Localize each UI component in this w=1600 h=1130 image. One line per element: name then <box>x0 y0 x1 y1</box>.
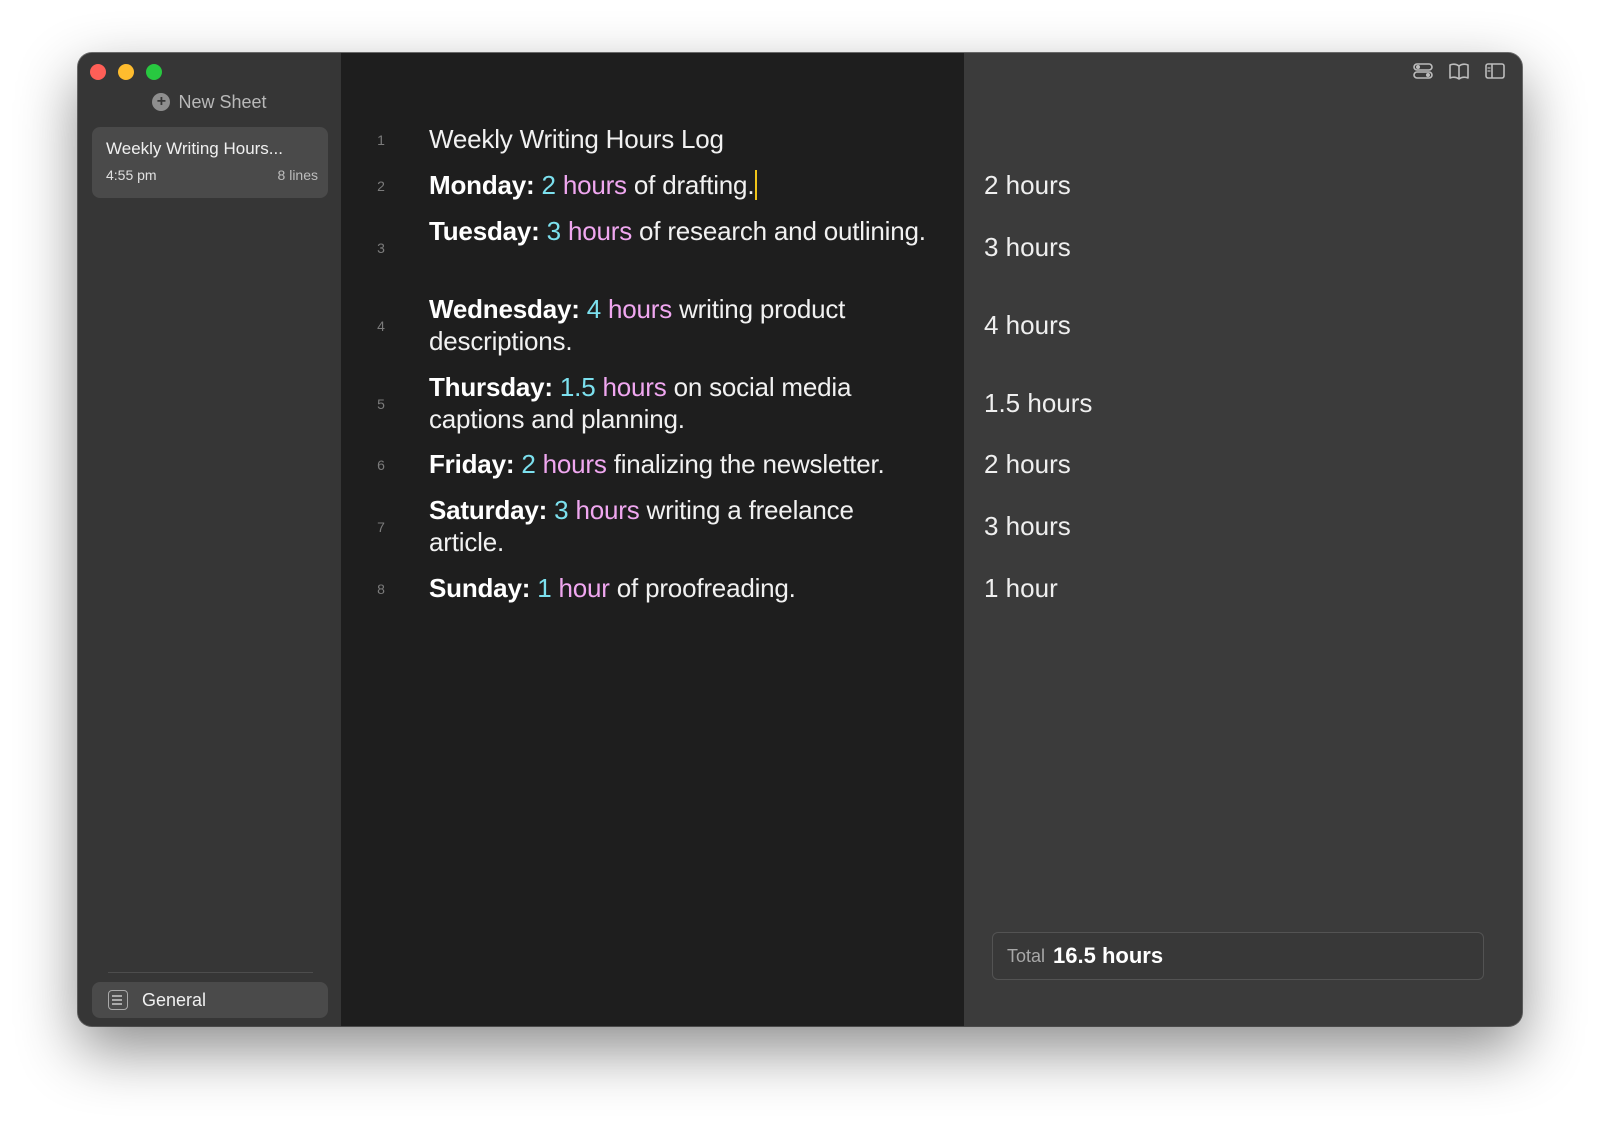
result-value[interactable]: 3 hours <box>984 231 1071 263</box>
line-number: 5 <box>377 396 385 412</box>
library-label: General <box>142 989 207 1010</box>
day-label: Friday: <box>429 449 515 479</box>
line-text: Weekly Writing Hours Log <box>429 123 934 155</box>
total-value: 16.5 hours <box>1053 943 1164 968</box>
toggle-icon[interactable] <box>1412 61 1434 81</box>
unit-token: hours <box>567 216 632 246</box>
line-text: Friday: 2 hours finalizing the newslette… <box>429 448 934 480</box>
number-token: 2 <box>541 170 556 200</box>
day-label: Monday: <box>429 170 535 200</box>
sheet-line-count: 8 lines <box>277 167 318 183</box>
line-number: 2 <box>377 178 385 194</box>
unit-token: hour <box>558 573 610 603</box>
number-token: 1 <box>537 573 552 603</box>
day-label: Thursday: <box>429 372 553 402</box>
results-pane: 2 hours 3 hours 4 hours 1.5 hours 2 hour… <box>964 53 1522 1026</box>
line-text: Saturday: 3 hours writing a freelance ar… <box>429 494 934 558</box>
number-token: 1.5 <box>559 372 596 402</box>
new-sheet-button[interactable]: + New Sheet <box>78 89 341 115</box>
editor-pane[interactable]: 1 Weekly Writing Hours Log 2 Monday: 2 h… <box>341 53 964 1026</box>
book-icon[interactable] <box>1448 61 1470 81</box>
sheet-time: 4:55 pm <box>106 167 157 183</box>
line-number: 6 <box>377 457 385 473</box>
line-number: 7 <box>377 519 385 535</box>
day-label: Wednesday: <box>429 294 580 324</box>
line-text: Tuesday: 3 hours of research and outlini… <box>429 215 934 247</box>
library-general-button[interactable]: General <box>92 982 328 1018</box>
unit-token: hours <box>602 372 667 402</box>
result-value[interactable]: 2 hours <box>984 448 1071 480</box>
day-label: Tuesday: <box>429 216 540 246</box>
number-token: 4 <box>586 294 601 324</box>
day-label: Sunday: <box>429 573 531 603</box>
total-label: Total <box>1007 945 1046 966</box>
unit-token: hours <box>608 294 673 324</box>
number-token: 3 <box>546 216 561 246</box>
minimize-window-button[interactable] <box>118 64 134 80</box>
line-number: 1 <box>377 132 385 148</box>
result-value[interactable]: 1.5 hours <box>984 387 1092 419</box>
window-controls <box>90 64 162 80</box>
sheet-library-icon <box>108 990 128 1010</box>
line-text: Monday: 2 hours of drafting. <box>429 169 934 201</box>
toolbar <box>1412 61 1506 81</box>
day-label: Saturday: <box>429 495 548 525</box>
line-rest: of drafting. <box>633 170 755 200</box>
line-rest: of proofreading. <box>616 573 796 603</box>
line-number: 4 <box>377 318 385 334</box>
line-number: 3 <box>377 240 385 256</box>
sidebar-divider <box>108 972 313 973</box>
sidebar: + New Sheet Weekly Writing Hours... 4:55… <box>78 53 342 1026</box>
result-value[interactable]: 2 hours <box>984 169 1071 201</box>
result-value[interactable]: 4 hours <box>984 309 1071 341</box>
number-token: 3 <box>554 495 569 525</box>
total-bar[interactable]: Total 16.5 hours <box>992 932 1484 980</box>
zoom-window-button[interactable] <box>146 64 162 80</box>
sheet-list-item[interactable]: Weekly Writing Hours... 4:55 pm 8 lines <box>92 127 328 198</box>
new-sheet-label: New Sheet <box>178 91 267 112</box>
line-rest: finalizing the newsletter. <box>613 449 885 479</box>
plus-circle-icon: + <box>152 93 171 111</box>
sheet-title: Weekly Writing Hours... <box>106 139 283 158</box>
app-window: + New Sheet Weekly Writing Hours... 4:55… <box>78 53 1522 1026</box>
unit-token: hours <box>542 449 607 479</box>
line-rest: of research and outlining. <box>639 216 926 246</box>
line-text: Wednesday: 4 hours writing product descr… <box>429 293 934 357</box>
sidebar-icon[interactable] <box>1484 61 1506 81</box>
number-token: 2 <box>521 449 536 479</box>
line-heading: Weekly Writing Hours Log <box>429 124 724 154</box>
unit-token: hours <box>562 170 627 200</box>
line-text: Sunday: 1 hour of proofreading. <box>429 572 934 604</box>
result-value[interactable]: 1 hour <box>984 572 1058 604</box>
result-value[interactable]: 3 hours <box>984 510 1071 542</box>
close-window-button[interactable] <box>90 64 106 80</box>
text-cursor <box>755 170 758 200</box>
line-number: 8 <box>377 581 385 597</box>
unit-token: hours <box>575 495 640 525</box>
line-text: Thursday: 1.5 hours on social media capt… <box>429 371 934 435</box>
